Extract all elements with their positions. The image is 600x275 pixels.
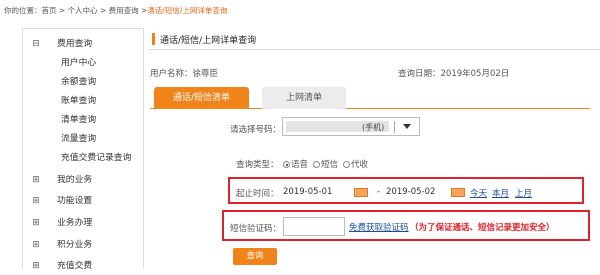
sidebar-item-label: 流量查询	[61, 134, 97, 144]
sidebar-item-label: 充值交费记录查询	[61, 153, 132, 163]
sidebar-item-user-center[interactable]: 用户中心	[23, 54, 143, 72]
calendar-icon[interactable]	[451, 188, 465, 197]
sidebar-item-bill[interactable]: 账单查询	[23, 92, 143, 110]
sidebar-item-settings[interactable]: ⊞ 功能设置	[23, 192, 143, 210]
user-name-row: 用户名称：徐尊臣	[150, 67, 218, 79]
sidebar-item-label: 用户中心	[61, 58, 97, 68]
radio-label: 短信	[321, 160, 339, 170]
sidebar-item-business-handling[interactable]: ⊞ 业务办理	[23, 214, 143, 232]
end-date-input[interactable]: 2019-05-02	[386, 187, 435, 197]
expand-icon[interactable]: ⊞	[32, 219, 40, 228]
sidebar-item-label: 费用查询	[57, 39, 93, 49]
chevron-down-icon[interactable]	[403, 124, 411, 129]
sidebar-item-label: 我的业务	[57, 175, 93, 185]
radio-icon[interactable]	[283, 161, 290, 168]
tab-internet[interactable]: 上网清单	[262, 87, 346, 109]
sidebar-item-label: 账单查询	[61, 96, 97, 106]
query-type-label: 查询类型：	[236, 160, 279, 170]
radio-icon[interactable]	[313, 161, 321, 168]
breadcrumb-fee[interactable]: 费用查询	[109, 6, 139, 15]
sidebar-item-label: 余额查询	[61, 77, 97, 87]
sidebar-item-my-business[interactable]: ⊞ 我的业务	[23, 171, 143, 189]
sidebar-item-label: 积分业务	[57, 240, 93, 250]
get-code-link[interactable]: 免费获取验证码	[349, 221, 409, 233]
quick-this-month-link[interactable]: 本月	[492, 187, 509, 199]
sidebar-item-balance[interactable]: 余额查询	[23, 73, 143, 91]
radio-icon[interactable]	[343, 161, 351, 168]
date-range-label: 起止时间：	[236, 189, 279, 199]
query-date-value: 2019年05月02日	[440, 69, 510, 79]
sms-code-input[interactable]	[283, 217, 345, 236]
radio-collect[interactable]: 代收	[343, 160, 368, 170]
query-type-options: 语音 短信 代收	[283, 158, 373, 170]
page-title: 通话/短信/上网详单查询	[160, 36, 257, 46]
tab-call-sms[interactable]: 通话/短信清单	[154, 87, 249, 109]
sidebar: ⊟ 费用查询 用户中心 余额查询 账单查询 清单查询 流量查询 充值交费记录查询 …	[22, 28, 144, 271]
query-button[interactable]: 查询	[233, 248, 277, 265]
expand-icon[interactable]: ⊞	[32, 176, 40, 185]
sms-code-label: 短信验证码：	[230, 224, 282, 234]
sidebar-item-points[interactable]: ⊞ 积分业务	[23, 236, 143, 254]
collapse-icon[interactable]: ⊟	[32, 40, 40, 49]
sidebar-item-detail-list[interactable]: 清单查询	[23, 111, 143, 129]
user-name-value: 徐尊臣	[192, 69, 219, 79]
sidebar-item-data-usage[interactable]: 流量查询	[23, 130, 143, 148]
breadcrumb-sep: >	[97, 6, 109, 15]
panel-header: 通话/短信/上网详单查询	[148, 28, 600, 50]
radio-label: 语音	[291, 160, 309, 170]
breadcrumb: 你的位置：首页 > 个人中心 > 费用查询 >通话/短信/上网详单查询	[4, 5, 227, 16]
select-divider	[394, 121, 395, 133]
sidebar-item-label: 清单查询	[61, 115, 97, 125]
expand-icon[interactable]: ⊞	[32, 262, 40, 271]
sidebar-item-fee-query[interactable]: ⊟ 费用查询	[23, 35, 143, 53]
calendar-icon[interactable]	[354, 188, 368, 197]
expand-icon[interactable]: ⊞	[32, 241, 40, 250]
sidebar-item-recharge[interactable]: ⊞ 充值交费	[23, 257, 143, 275]
number-select[interactable]: (手机)	[282, 117, 420, 136]
breadcrumb-home[interactable]: 首页	[42, 6, 57, 15]
sidebar-item-recharge-records[interactable]: 充值交费记录查询	[23, 149, 143, 167]
breadcrumb-sep: >	[56, 6, 68, 15]
query-date-row: 查询日期：2019年05月02日	[398, 67, 509, 79]
date-separator: -	[377, 187, 381, 197]
number-label: 请选择号码：	[230, 125, 282, 135]
breadcrumb-label: 你的位置：	[4, 6, 42, 15]
radio-sms[interactable]: 短信	[313, 160, 338, 170]
quick-last-month-link[interactable]: 上月	[515, 187, 532, 199]
expand-icon[interactable]: ⊞	[32, 197, 40, 206]
breadcrumb-current: 通话/短信/上网详单查询	[147, 6, 228, 15]
start-date-input[interactable]: 2019-05-01	[283, 187, 332, 197]
quick-today-link[interactable]: 今天	[470, 187, 487, 199]
sidebar-item-label: 充值交费	[57, 261, 93, 271]
tab-bar: 通话/短信清单 上网清单	[150, 87, 590, 109]
breadcrumb-center[interactable]: 个人中心	[68, 6, 98, 15]
sidebar-item-label: 功能设置	[57, 196, 93, 206]
sidebar-item-label: 业务办理	[57, 218, 93, 228]
user-name-label: 用户名称：	[150, 69, 193, 79]
breadcrumb-sep: >	[138, 6, 148, 15]
number-type-suffix: (手机)	[362, 123, 385, 132]
header-accent-bar	[152, 33, 155, 45]
radio-label: 代收	[351, 160, 369, 170]
security-warning: （为了保证通话、短信记录更加安全）	[410, 223, 555, 233]
query-date-label: 查询日期：	[398, 69, 441, 79]
radio-voice[interactable]: 语音	[283, 160, 308, 170]
